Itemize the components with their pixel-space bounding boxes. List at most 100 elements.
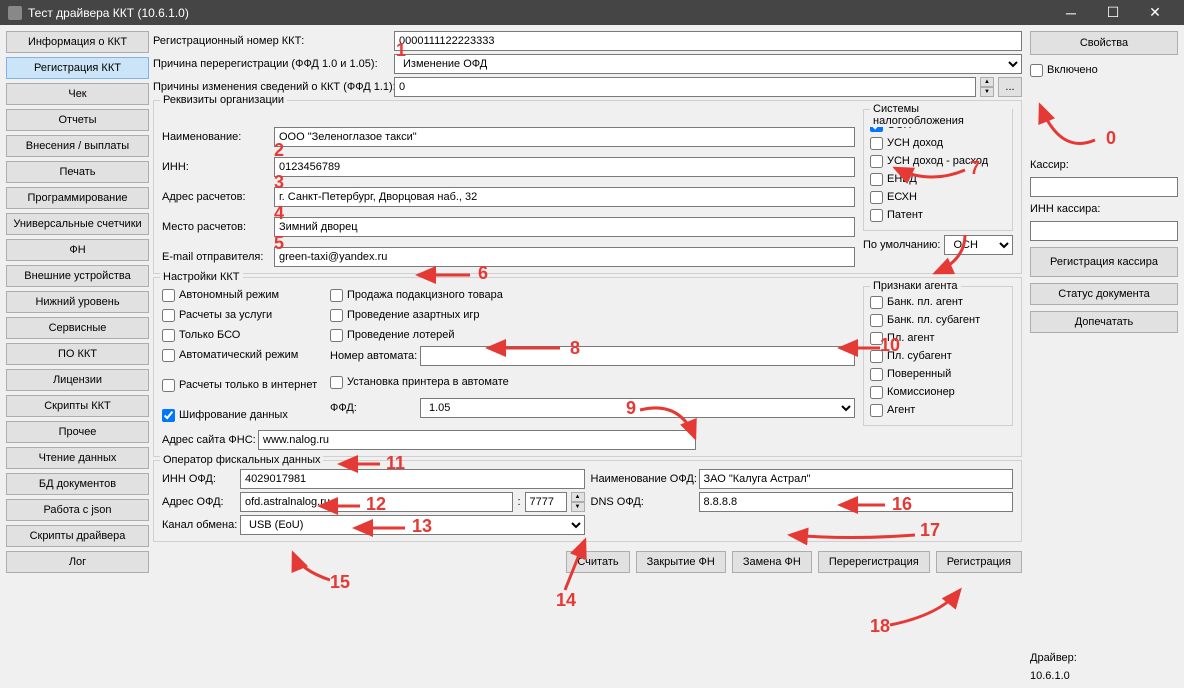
ofd-addr-label: Адрес ОФД: [162,496,236,508]
btn-properties[interactable]: Свойства [1030,31,1178,55]
change-reason-spinner[interactable]: ▲▼ [980,77,994,97]
btn-reprint[interactable]: Допечатать [1030,311,1178,333]
sidebar: Информация о ККТ Регистрация ККТ Чек Отч… [6,31,149,682]
minimize-button[interactable]: ─ [1050,0,1092,25]
ofd-dns-label: DNS ОФД: [591,496,695,508]
sidebar-item-other[interactable]: Прочее [6,421,149,443]
sidebar-item-log[interactable]: Лог [6,551,149,573]
cb-enabled[interactable] [1030,64,1043,77]
sidebar-item-db-docs[interactable]: БД документов [6,473,149,495]
sidebar-item-lowlevel[interactable]: Нижний уровень [6,291,149,313]
btn-reg[interactable]: Регистрация [936,551,1022,573]
kkt-legend: Настройки ККТ [160,271,243,283]
enabled-label: Включено [1047,64,1098,76]
btn-rereg[interactable]: Перерегистрация [818,551,930,573]
cb-excise[interactable] [330,289,343,302]
ffd-label: ФФД: [330,402,416,414]
tax-usn1-checkbox[interactable] [870,137,883,150]
rereg-reason-label: Причина перерегистрации (ФФД 1.0 и 1.05)… [153,58,390,70]
cashier-inn-input[interactable] [1030,221,1178,241]
app-icon [8,6,22,20]
ofd-dns-input[interactable] [699,492,1014,512]
ofd-inn-input[interactable] [240,469,585,489]
ofd-group: Оператор фискальных данных ИНН ОФД: Адре… [153,460,1022,542]
cb-lottery[interactable] [330,329,343,342]
btn-close-fn[interactable]: Закрытие ФН [636,551,726,573]
ofd-chan-select[interactable]: USB (EoU) [240,515,585,535]
cashier-inn-label: ИНН кассира: [1030,203,1100,215]
ofd-chan-label: Канал обмена: [162,519,236,531]
cb-agent-pl-agent[interactable] [870,332,883,345]
sidebar-item-print[interactable]: Печать [6,161,149,183]
org-inn-input[interactable] [274,157,855,177]
tax-esxn-label: ЕСХН [887,191,917,203]
ofd-port-spinner[interactable]: ▲▼ [571,492,585,512]
sidebar-item-po-kkt[interactable]: ПО ККТ [6,343,149,365]
org-addr-input[interactable] [274,187,855,207]
cb-agent-commissioner[interactable] [870,386,883,399]
fns-input[interactable] [258,430,696,450]
sidebar-item-external[interactable]: Внешние устройства [6,265,149,287]
sidebar-item-scripts-kkt[interactable]: Скрипты ККТ [6,395,149,417]
cashier-input[interactable] [1030,177,1178,197]
cb-agent-pl-subagent[interactable] [870,350,883,363]
sidebar-item-deposits[interactable]: Внесения / выплаты [6,135,149,157]
btn-read[interactable]: Считать [566,551,629,573]
ofd-addr-input[interactable] [240,492,513,512]
btn-replace-fn[interactable]: Замена ФН [732,551,812,573]
reg-num-input[interactable] [394,31,1022,51]
sidebar-item-registration[interactable]: Регистрация ККТ [6,57,149,79]
cb-gambling[interactable] [330,309,343,322]
auto-num-input[interactable] [420,346,855,366]
sidebar-item-check[interactable]: Чек [6,83,149,105]
close-button[interactable]: ✕ [1134,0,1176,25]
ffd-select[interactable]: 1.05 [420,398,855,418]
cb-agent-agent[interactable] [870,404,883,417]
change-reason-browse[interactable]: ... [998,77,1022,97]
sidebar-item-fn[interactable]: ФН [6,239,149,261]
sidebar-item-programming[interactable]: Программирование [6,187,149,209]
change-reason-input[interactable] [394,77,976,97]
org-email-input[interactable] [274,247,855,267]
sidebar-item-reports[interactable]: Отчеты [6,109,149,131]
fns-label: Адрес сайта ФНС: [162,434,254,446]
driver-version: 10.6.1.0 [1030,670,1070,682]
ofd-legend: Оператор фискальных данных [160,454,323,466]
sidebar-item-read-data[interactable]: Чтение данных [6,447,149,469]
cb-services[interactable] [162,309,175,322]
tax-default-label: По умолчанию: [863,239,940,251]
tax-envd-checkbox[interactable] [870,173,883,186]
tax-default-select[interactable]: ОСН [944,235,1013,255]
sidebar-item-json[interactable]: Работа с json [6,499,149,521]
cb-agent-bank-agent[interactable] [870,296,883,309]
cb-agent-bank-subagent[interactable] [870,314,883,327]
cashier-label: Кассир: [1030,159,1069,171]
cb-internet[interactable] [162,379,175,392]
maximize-button[interactable]: ☐ [1092,0,1134,25]
ofd-port-input[interactable] [525,492,567,512]
cb-printer[interactable] [330,376,343,389]
btn-reg-cashier[interactable]: Регистрация кассира [1030,247,1178,277]
cb-autonomous[interactable] [162,289,175,302]
org-name-label: Наименование: [162,131,270,143]
rereg-reason-select[interactable]: Изменение ОФД [394,54,1022,74]
btn-doc-status[interactable]: Статус документа [1030,283,1178,305]
cb-auto-mode[interactable] [162,349,175,362]
org-addr-label: Адрес расчетов: [162,191,270,203]
tax-usn2-checkbox[interactable] [870,155,883,168]
cb-encryption[interactable] [162,409,175,422]
sidebar-item-scripts-driver[interactable]: Скрипты драйвера [6,525,149,547]
sidebar-item-info[interactable]: Информация о ККТ [6,31,149,53]
sidebar-item-service[interactable]: Сервисные [6,317,149,339]
ofd-name-input[interactable] [699,469,1014,489]
window-title: Тест драйвера ККТ (10.6.1.0) [28,6,1050,20]
tax-esxn-checkbox[interactable] [870,191,883,204]
sidebar-item-licenses[interactable]: Лицензии [6,369,149,391]
tax-patent-label: Патент [887,209,923,221]
sidebar-item-counters[interactable]: Универсальные счетчики [6,213,149,235]
cb-bso[interactable] [162,329,175,342]
cb-agent-attorney[interactable] [870,368,883,381]
org-place-input[interactable] [274,217,855,237]
org-name-input[interactable] [274,127,855,147]
tax-patent-checkbox[interactable] [870,209,883,222]
